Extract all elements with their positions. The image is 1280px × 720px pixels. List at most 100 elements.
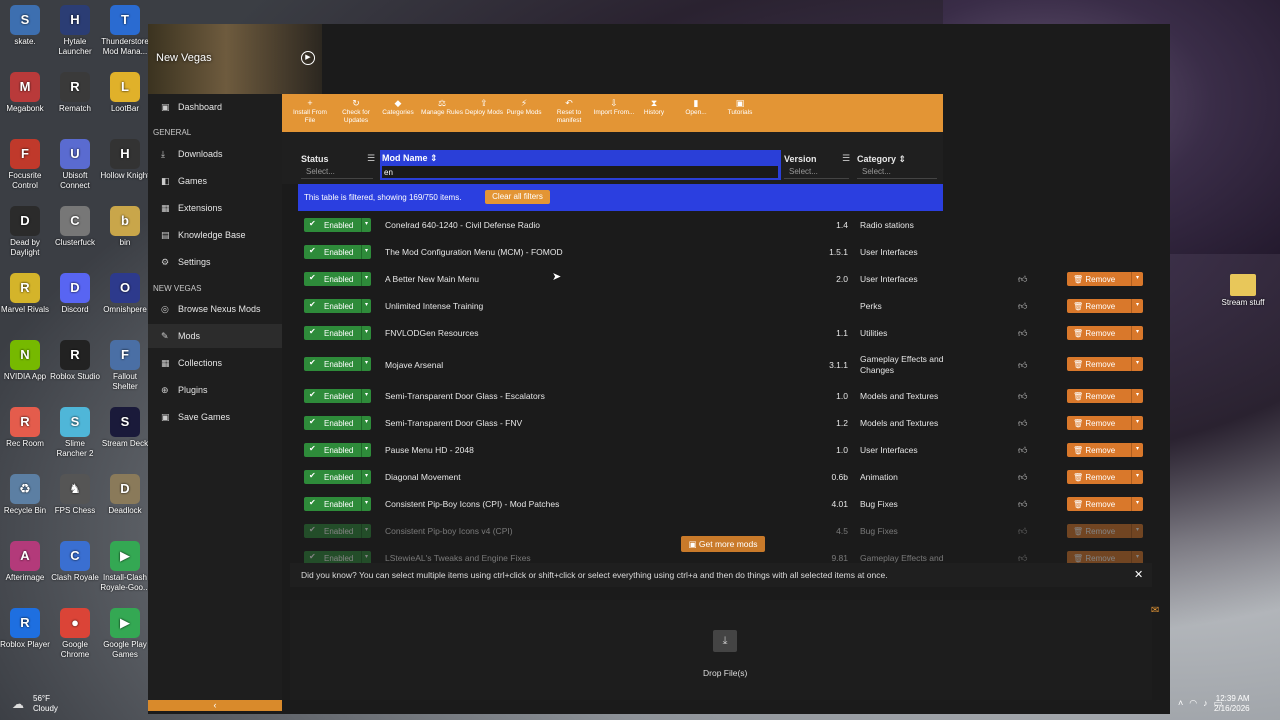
table-row[interactable]: ✔ Enabled ▾ FNVLODGen Resources 1.1 Utilities… (298, 319, 1150, 346)
desktop-icon[interactable]: N NVIDIA App (0, 340, 50, 382)
chevron-down-icon[interactable]: ▾ (1131, 524, 1143, 538)
status-toggle-button[interactable]: ✔ Enabled ▾ (304, 245, 371, 259)
chevron-down-icon[interactable]: ▾ (1131, 357, 1143, 371)
sidebar-item-dashboard[interactable]: ▣ Dashboard (148, 95, 282, 119)
remove-button[interactable]: 🗑︎ Remove ▾ (1067, 443, 1143, 457)
desktop-icon[interactable]: R Marvel Rivals (0, 273, 50, 315)
sidebar-item-downloads[interactable]: ⤓ Downloads (148, 142, 282, 166)
desktop-icon[interactable]: F Focusrite Control (0, 139, 50, 191)
chevron-down-icon[interactable]: ▾ (1131, 326, 1143, 340)
chevron-down-icon[interactable]: ▾ (361, 326, 371, 340)
desktop-icon-stream-stuff[interactable]: Stream stuff (1218, 274, 1268, 307)
desktop-icon[interactable]: Sskate. (0, 5, 50, 47)
sidebar-collapse-button[interactable]: ‹ (148, 700, 282, 711)
status-toggle-button[interactable]: ✔ Enabled ▾ (304, 443, 371, 457)
remove-button[interactable]: 🗑︎ Remove ▾ (1067, 470, 1143, 484)
table-row[interactable]: ✔ Enabled ▾ Unlimited Intense Training Perks… (298, 292, 1150, 319)
desktop-icon[interactable]: F Fallout Shelter (100, 340, 150, 392)
toolbar-purge-mods-button[interactable]: ⚡ Purge Mods (502, 98, 546, 117)
desktop-icon[interactable]: R Rematch (50, 72, 100, 114)
chevron-down-icon[interactable]: ▾ (361, 245, 371, 259)
thumbs-up-icon[interactable]: 👍︎ (1018, 472, 1027, 483)
column-status-header[interactable]: Status (301, 154, 329, 164)
table-row[interactable]: ✔ Enabled ▾ Conelrad 640-1240 - Civil Defen… (298, 211, 1150, 238)
toolbar-manage-rules-button[interactable]: ⚖ Manage Rules (420, 98, 464, 117)
column-options-icon[interactable]: ☰ (842, 153, 850, 164)
table-row[interactable]: ✔ Enabled ▾ Consistent Pip-Boy Icons (CPI) … (298, 490, 1150, 517)
chevron-down-icon[interactable]: ▾ (361, 357, 371, 371)
toolbar-categories-button[interactable]: ◆ Categories (376, 98, 420, 117)
desktop-icon[interactable]: R Rec Room (0, 407, 50, 449)
status-toggle-button[interactable]: ✔ Enabled ▾ (304, 218, 371, 232)
desktop-icon[interactable]: D Deadlock (100, 474, 150, 516)
mod-name-search-input[interactable] (382, 166, 778, 178)
toolbar-install-from-file-button[interactable]: + Install From File (288, 98, 332, 125)
desktop-icon[interactable]: O Omnishpere (100, 273, 150, 315)
desktop-icon[interactable]: A Afterimage (0, 541, 50, 583)
column-modname-header[interactable]: Mod Name ⇕ (382, 153, 438, 164)
taskbar-weather[interactable]: 56°F Cloudy (33, 694, 58, 714)
thumbs-up-icon[interactable]: 👍︎ (1018, 553, 1027, 563)
thumbs-up-icon[interactable]: 👍︎ (1018, 445, 1027, 456)
thumbs-up-icon[interactable]: 👍︎ (1018, 499, 1027, 510)
remove-button[interactable]: 🗑︎ Remove ▾ (1067, 497, 1143, 511)
sidebar-item-knowledge-base[interactable]: ▤ Knowledge Base (148, 223, 282, 247)
remove-button[interactable]: 🗑︎ Remove ▾ (1067, 299, 1143, 313)
desktop-icon[interactable]: b bin (100, 206, 150, 248)
game-banner[interactable]: New Vegas ▶ (148, 24, 322, 94)
toolbar-reset-to-manifest-button[interactable]: ↶ Reset to manifest (547, 98, 591, 125)
chevron-down-icon[interactable]: ▾ (361, 497, 371, 511)
desktop-icon[interactable]: L LootBar (100, 72, 150, 114)
toolbar-deploy-mods-button[interactable]: ⇪ Deploy Mods (462, 98, 506, 117)
toolbar-tutorials-button[interactable]: ▣ Tutorials (718, 98, 762, 117)
sidebar-item-browse-nexus-mods[interactable]: ◎ Browse Nexus Mods (148, 297, 282, 321)
close-icon[interactable]: ✕ (1134, 568, 1143, 581)
toolbar-check-for-updates-button[interactable]: ↻ Check for Updates (334, 98, 378, 125)
thumbs-up-icon[interactable]: 👍︎ (1018, 526, 1027, 537)
chevron-down-icon[interactable]: ▾ (361, 443, 371, 457)
table-row[interactable]: ✔ Enabled ▾ A Better New Main Menu 2.0 User I… (298, 265, 1150, 292)
desktop-icon[interactable]: ● Google Chrome (50, 608, 100, 660)
thumbs-up-icon[interactable]: 👍︎ (1018, 301, 1027, 312)
sidebar-item-extensions[interactable]: ▦ Extensions (148, 196, 282, 220)
desktop-icon[interactable]: D Discord (50, 273, 100, 315)
desktop-icon[interactable]: T Thunderstore Mod Mana... (100, 5, 150, 57)
sidebar-item-games[interactable]: ◧ Games (148, 169, 282, 193)
column-options-icon[interactable]: ☰ (367, 153, 375, 164)
desktop-icon[interactable]: H Hytale Launcher (50, 5, 100, 57)
get-more-mods-button[interactable]: ▣ Get more mods (681, 536, 765, 552)
remove-button[interactable]: 🗑︎ Remove ▾ (1067, 272, 1143, 286)
desktop-icon[interactable]: H Hollow Knight (100, 139, 150, 181)
chevron-down-icon[interactable]: ▾ (1131, 551, 1143, 563)
table-row[interactable]: ✔ Enabled ▾ Mojave Arsenal 3.1.1 Gameplay Eff… (298, 346, 1150, 382)
sidebar-item-collections[interactable]: ▦ Collections (148, 351, 282, 375)
play-icon[interactable]: ▶ (301, 51, 315, 65)
status-toggle-button[interactable]: ✔ Enabled ▾ (304, 551, 371, 563)
status-toggle-button[interactable]: ✔ Enabled ▾ (304, 416, 371, 430)
status-toggle-button[interactable]: ✔ Enabled ▾ (304, 470, 371, 484)
desktop-icon[interactable]: D Dead by Daylight (0, 206, 50, 258)
chevron-down-icon[interactable]: ▾ (1131, 443, 1143, 457)
chevron-down-icon[interactable]: ▾ (361, 272, 371, 286)
thumbs-up-icon[interactable]: 👍︎ (1018, 360, 1027, 371)
category-filter-select[interactable]: Select... (857, 167, 937, 179)
sidebar-item-settings[interactable]: ⚙ Settings (148, 250, 282, 274)
chevron-down-icon[interactable]: ▾ (361, 389, 371, 403)
version-filter-select[interactable]: Select... (784, 167, 849, 179)
desktop-icon[interactable]: ♞ FPS Chess (50, 474, 100, 516)
desktop-icon[interactable]: S Slime Rancher 2 (50, 407, 100, 459)
sidebar-item-save-games[interactable]: ▣ Save Games (148, 405, 282, 429)
table-row[interactable]: ✔ Enabled ▾ Pause Menu HD - 2048 1.0 User Int… (298, 436, 1150, 463)
desktop-icon[interactable]: C Clash Royale (50, 541, 100, 583)
status-toggle-button[interactable]: ✔ Enabled ▾ (304, 389, 371, 403)
chevron-down-icon[interactable]: ▾ (361, 524, 371, 538)
status-toggle-button[interactable]: ✔ Enabled ▾ (304, 326, 371, 340)
status-toggle-button[interactable]: ✔ Enabled ▾ (304, 497, 371, 511)
thumbs-up-icon[interactable]: 👍︎ (1018, 328, 1027, 339)
chevron-up-icon[interactable]: ˄ (1178, 698, 1189, 708)
remove-button[interactable]: 🗑︎ Remove ▾ (1067, 524, 1143, 538)
desktop-icon[interactable]: ▶ Google Play Games (100, 608, 150, 660)
remove-button[interactable]: 🗑︎ Remove ▾ (1067, 551, 1143, 563)
desktop-icon[interactable]: C Clusterfuck (50, 206, 100, 248)
desktop-icon[interactable]: R Roblox Player (0, 608, 50, 650)
